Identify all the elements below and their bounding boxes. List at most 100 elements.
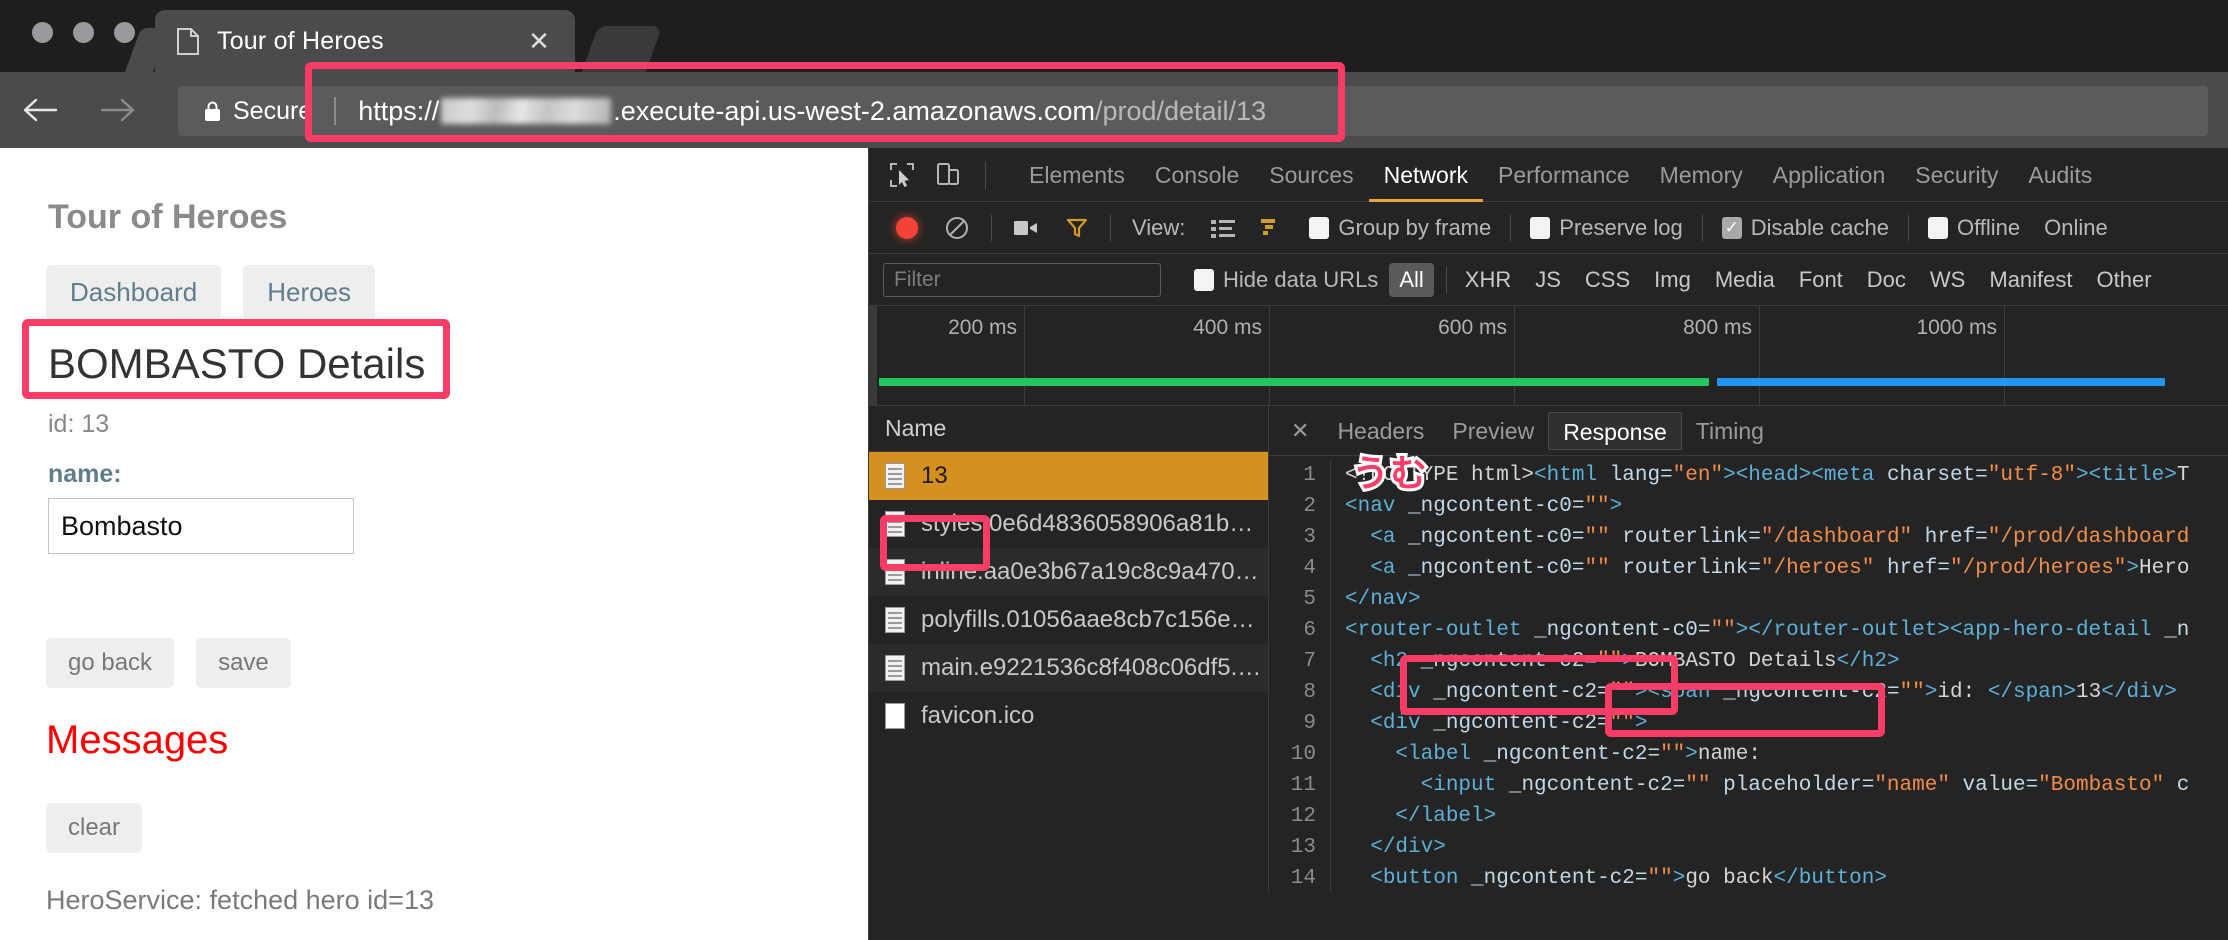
clear-icon[interactable] bbox=[931, 202, 983, 254]
omnibox-divider bbox=[334, 97, 337, 125]
nav-link-dashboard[interactable]: Dashboard bbox=[46, 265, 222, 320]
table-row[interactable]: inline.aa0e3b67a19c8c9a470… bbox=[869, 548, 1268, 596]
go-back-button[interactable]: go back bbox=[46, 638, 175, 688]
tab-strip-filler bbox=[581, 26, 663, 72]
waterfall-view-icon[interactable] bbox=[1248, 202, 1298, 254]
request-name: favicon.ico bbox=[921, 702, 1035, 729]
tab-console[interactable]: Console bbox=[1140, 148, 1254, 202]
page-icon bbox=[177, 27, 199, 55]
filter-type-all[interactable]: All bbox=[1389, 262, 1434, 297]
load-bar bbox=[1717, 378, 2165, 386]
filter-type-img[interactable]: Img bbox=[1644, 263, 1701, 297]
security-status-label: Secure bbox=[233, 96, 313, 125]
filter-input[interactable] bbox=[883, 262, 1161, 297]
timeline-gutter bbox=[869, 306, 877, 405]
save-button[interactable]: save bbox=[196, 638, 291, 688]
table-row[interactable]: 13 bbox=[869, 452, 1268, 500]
offline-label: Offline bbox=[1956, 214, 2021, 240]
tab-security[interactable]: Security bbox=[1900, 148, 2013, 202]
line-number: 2 bbox=[1269, 491, 1331, 522]
response-source-view[interactable]: 1 <!DOCTYPE html><html lang="en"><head><m… bbox=[1269, 456, 2228, 892]
annotation-note-text: うむ bbox=[1349, 449, 1430, 498]
filter-type-js[interactable]: JS bbox=[1525, 263, 1571, 297]
checkbox-box: ✓ bbox=[1721, 216, 1742, 239]
tab-elements[interactable]: Elements bbox=[1014, 148, 1140, 202]
window-traffic-lights[interactable] bbox=[32, 22, 135, 43]
close-icon[interactable]: ✕ bbox=[1277, 418, 1323, 444]
messages-heading: Messages bbox=[46, 718, 229, 762]
tab-application[interactable]: Application bbox=[1758, 148, 1901, 202]
devtools-panel: Elements Console Sources Network Perform… bbox=[868, 148, 2228, 940]
online-throttle-label[interactable]: Online bbox=[2044, 215, 2108, 241]
filter-type-other[interactable]: Other bbox=[2087, 263, 2162, 297]
tab-performance[interactable]: Performance bbox=[1483, 148, 1645, 202]
tab-network[interactable]: Network bbox=[1369, 148, 1483, 202]
table-row[interactable]: styles.0e6d4836058906a81b… bbox=[869, 500, 1268, 548]
filter-type-css[interactable]: CSS bbox=[1575, 263, 1640, 297]
table-row[interactable]: main.e9221536c8f408c06df5.… bbox=[869, 644, 1268, 692]
filter-type-media[interactable]: Media bbox=[1705, 263, 1785, 297]
code-line-content: <div _ngcontent-c2=""><span _ngcontent-c… bbox=[1370, 681, 2177, 704]
dom-content-loaded-bar bbox=[879, 378, 1709, 386]
close-icon[interactable]: ✕ bbox=[525, 27, 553, 55]
toolbar-divider bbox=[1907, 214, 1909, 241]
toolbar-divider bbox=[1445, 266, 1447, 293]
disable-cache-checkbox[interactable]: ✓ Disable cache bbox=[1711, 215, 1900, 241]
filter-type-font[interactable]: Font bbox=[1789, 263, 1853, 297]
hide-data-urls-checkbox[interactable]: Hide data URLs bbox=[1183, 267, 1389, 293]
detail-tab-response[interactable]: Response bbox=[1548, 411, 1682, 450]
document-icon bbox=[885, 511, 905, 537]
filter-type-doc[interactable]: Doc bbox=[1857, 263, 1916, 297]
preserve-log-checkbox[interactable]: Preserve log bbox=[1519, 215, 1694, 241]
detail-tab-timing[interactable]: Timing bbox=[1682, 412, 1778, 450]
code-line: 3 <a _ngcontent-c0="" routerlink="/dashb… bbox=[1269, 522, 2228, 553]
request-name: polyfills.01056aae8cb7c156e… bbox=[921, 606, 1255, 633]
url-path: /prod/detail/13 bbox=[1094, 95, 1267, 126]
url-text[interactable]: https:// .execute-api.us-west-2.amazonaws… bbox=[358, 96, 1266, 127]
filter-type-ws[interactable]: WS bbox=[1920, 263, 1975, 297]
network-overview-timeline[interactable]: 200 ms 400 ms 600 ms 800 ms 1000 ms bbox=[869, 306, 2228, 406]
inspect-element-icon[interactable] bbox=[885, 158, 919, 192]
line-number: 7 bbox=[1269, 646, 1331, 677]
close-window-button[interactable] bbox=[32, 22, 53, 43]
lock-icon bbox=[204, 101, 221, 122]
code-line-content: <button _ngcontent-c2="">go back</button… bbox=[1370, 867, 1887, 890]
filter-icon[interactable] bbox=[1052, 202, 1102, 254]
back-arrow-icon[interactable] bbox=[14, 84, 66, 136]
capture-screenshots-icon[interactable] bbox=[1000, 202, 1052, 254]
document-icon bbox=[885, 607, 905, 633]
device-toolbar-icon[interactable] bbox=[931, 158, 965, 192]
timeline-tick-label: 600 ms bbox=[1438, 316, 1507, 339]
line-number: 13 bbox=[1269, 832, 1331, 863]
code-line: 10 <label _ngcontent-c2="">name: bbox=[1269, 739, 2228, 770]
group-by-frame-checkbox[interactable]: Group by frame bbox=[1298, 215, 1502, 241]
code-line-content: <!DOCTYPE html><html lang="en"><head><me… bbox=[1345, 464, 2190, 487]
code-line-content: </nav> bbox=[1345, 588, 1421, 611]
url-host-suffix: .execute-api.us-west-2.amazonaws.com bbox=[613, 95, 1095, 126]
timeline-tick-label: 400 ms bbox=[1193, 316, 1262, 339]
page-nav[interactable]: Dashboard Heroes bbox=[46, 265, 376, 320]
browser-tab[interactable]: Tour of Heroes ✕ bbox=[155, 10, 575, 72]
tab-memory[interactable]: Memory bbox=[1645, 148, 1758, 202]
address-bar[interactable]: Secure https:// .execute-api.us-west-2.am… bbox=[178, 86, 2208, 136]
filter-type-manifest[interactable]: Manifest bbox=[1979, 263, 2082, 297]
detail-tab-preview[interactable]: Preview bbox=[1438, 412, 1548, 450]
filter-type-xhr[interactable]: XHR bbox=[1455, 263, 1521, 297]
tab-audits[interactable]: Audits bbox=[2013, 148, 2107, 202]
nav-link-heroes[interactable]: Heroes bbox=[243, 265, 376, 320]
line-number: 4 bbox=[1269, 553, 1331, 584]
column-header-name[interactable]: Name bbox=[869, 406, 1268, 452]
record-icon[interactable] bbox=[883, 202, 931, 254]
timeline-tick-label: 1000 ms bbox=[1916, 316, 1997, 339]
line-number: 6 bbox=[1269, 615, 1331, 646]
list-view-icon[interactable] bbox=[1198, 202, 1248, 254]
maximize-window-button[interactable] bbox=[114, 22, 135, 43]
offline-checkbox[interactable]: Offline bbox=[1917, 215, 2031, 241]
table-row[interactable]: polyfills.01056aae8cb7c156e… bbox=[869, 596, 1268, 644]
hero-name-input[interactable] bbox=[48, 498, 354, 554]
clear-messages-button[interactable]: clear bbox=[46, 803, 143, 853]
table-row[interactable]: favicon.ico bbox=[869, 692, 1268, 740]
minimize-window-button[interactable] bbox=[73, 22, 94, 43]
tab-sources[interactable]: Sources bbox=[1254, 148, 1368, 202]
network-filter-bar: Hide data URLs All XHR JS CSS Img Media … bbox=[869, 254, 2228, 306]
